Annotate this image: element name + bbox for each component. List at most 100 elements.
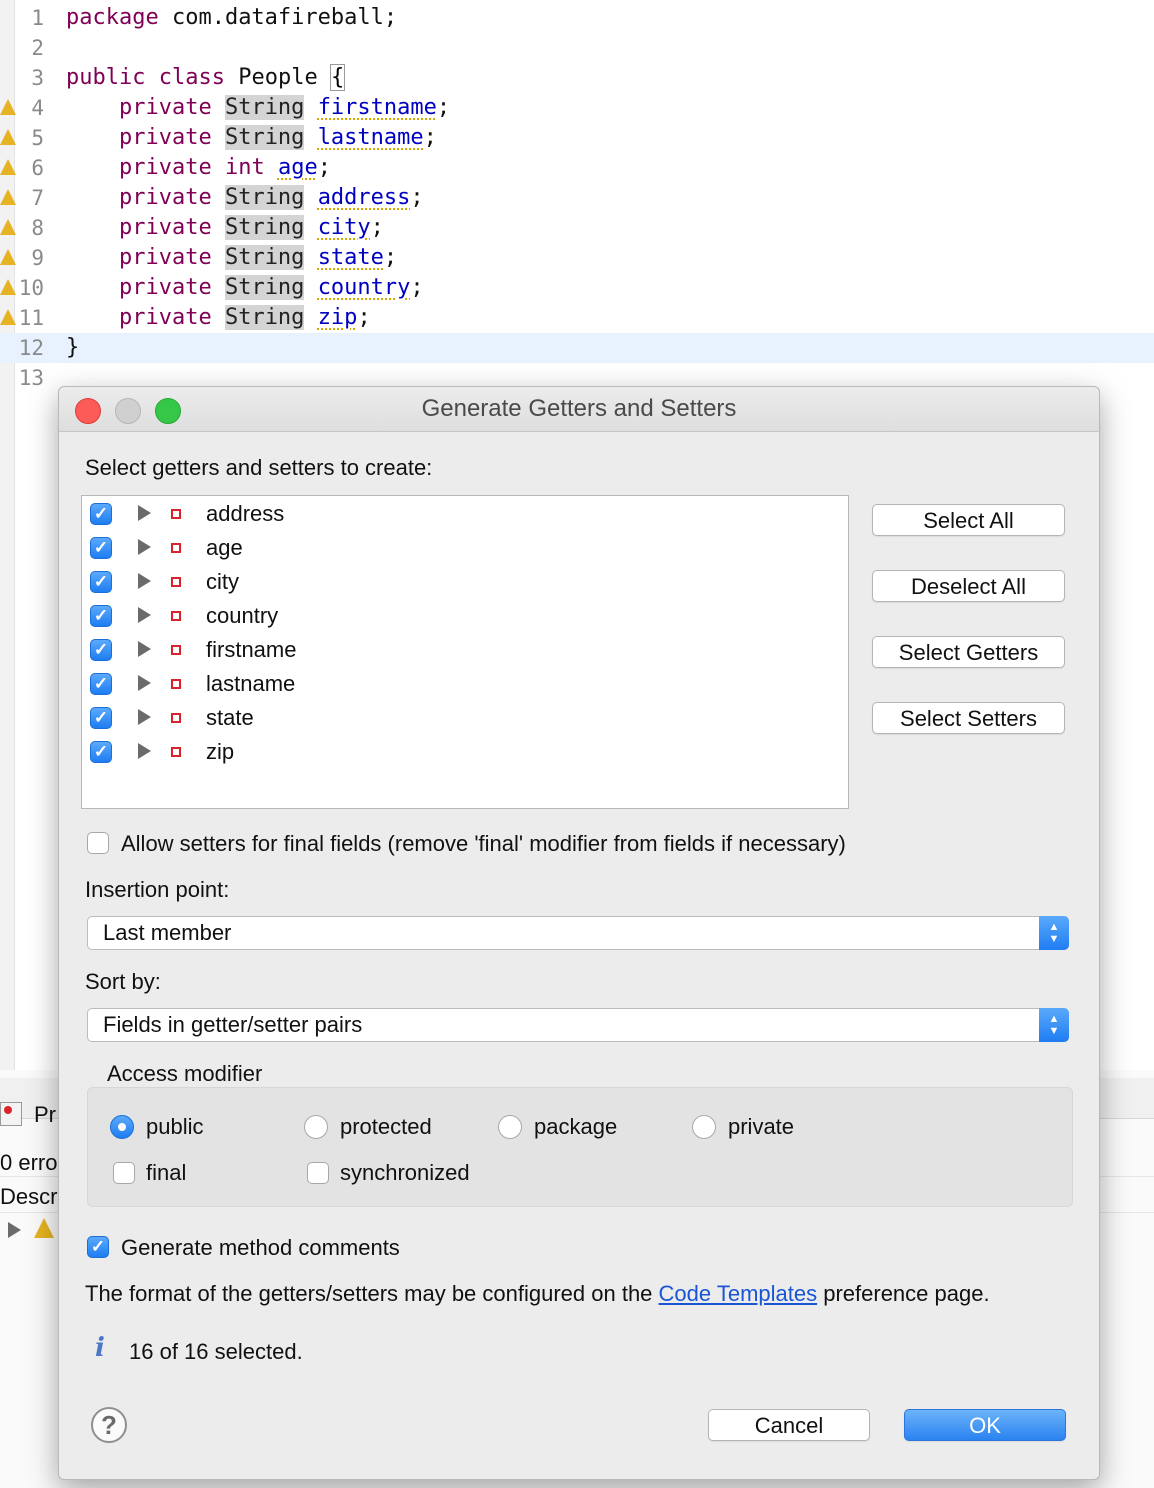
- field-name: age: [206, 535, 243, 560]
- field-checkbox[interactable]: ✓: [90, 571, 112, 593]
- radio-private[interactable]: [692, 1115, 716, 1139]
- expand-arrow-icon[interactable]: [138, 743, 151, 759]
- code-token: ;: [317, 155, 331, 180]
- line-number: 2: [31, 36, 44, 60]
- code-editor[interactable]: 1 package com.datafireball; 2 3 public class…: [0, 0, 1154, 1070]
- radio-protected[interactable]: [304, 1115, 328, 1139]
- code-line[interactable]: 10 private String country;: [0, 273, 1154, 303]
- select-all-button[interactable]: Select All: [872, 504, 1065, 536]
- field-checkbox[interactable]: ✓: [90, 639, 112, 661]
- problems-tab-label[interactable]: Pr: [34, 1102, 56, 1128]
- generate-comments-checkbox[interactable]: ✓: [87, 1236, 109, 1258]
- code-token: ;: [370, 215, 384, 240]
- deselect-all-button[interactable]: Deselect All: [872, 570, 1065, 602]
- code-line[interactable]: 6 private int age;: [0, 153, 1154, 183]
- line-number: 12: [18, 336, 44, 360]
- code-line[interactable]: 9 private String state;: [0, 243, 1154, 273]
- private-field-icon: [171, 611, 181, 621]
- private-field-icon: [171, 577, 181, 587]
- synchronized-label: synchronized: [340, 1160, 470, 1185]
- field-row[interactable]: ✓ state: [82, 701, 848, 735]
- code-line[interactable]: 11 private String zip;: [0, 303, 1154, 333]
- code-line[interactable]: 8 private String city;: [0, 213, 1154, 243]
- code-token: People: [224, 65, 331, 90]
- description-column-header[interactable]: Descri: [0, 1184, 62, 1210]
- code-token: String: [224, 275, 305, 300]
- code-token: String: [224, 245, 305, 270]
- code-line[interactable]: 1 package com.datafireball;: [0, 3, 1154, 33]
- field-row[interactable]: ✓ city: [82, 565, 848, 599]
- expand-arrow-icon[interactable]: [138, 675, 151, 691]
- field-row[interactable]: ✓ zip: [82, 735, 848, 769]
- sort-by-value: Fields in getter/setter pairs: [103, 1012, 363, 1037]
- expand-arrow-icon[interactable]: [138, 607, 151, 623]
- field-checkbox[interactable]: ✓: [90, 741, 112, 763]
- field-row[interactable]: ✓ address: [82, 497, 848, 531]
- format-text-after: preference page.: [817, 1281, 990, 1306]
- sort-by-label: Sort by:: [85, 969, 161, 994]
- final-checkbox[interactable]: [113, 1162, 135, 1184]
- format-text-before: The format of the getters/setters may be…: [85, 1281, 659, 1306]
- dialog-titlebar[interactable]: Generate Getters and Setters: [59, 387, 1099, 432]
- format-info-text: The format of the getters/setters may be…: [85, 1281, 990, 1307]
- select-setters-button[interactable]: Select Setters: [872, 702, 1065, 734]
- sort-by-select[interactable]: Fields in getter/setter pairs ▲ ▼: [87, 1008, 1069, 1042]
- code-line[interactable]: 7 private String address;: [0, 183, 1154, 213]
- field-checkbox[interactable]: ✓: [90, 503, 112, 525]
- expand-arrow-icon[interactable]: [138, 709, 151, 725]
- field-row[interactable]: ✓ firstname: [82, 633, 848, 667]
- field-checkbox[interactable]: ✓: [90, 537, 112, 559]
- info-icon: i: [95, 1333, 105, 1363]
- code-line[interactable]: 12}: [0, 333, 1154, 363]
- ok-button[interactable]: OK: [904, 1409, 1066, 1441]
- expand-arrow-icon[interactable]: [138, 641, 151, 657]
- help-icon[interactable]: ?: [91, 1407, 127, 1443]
- code-token: String: [224, 215, 305, 240]
- fields-tree[interactable]: ✓ address ✓ age ✓ city ✓ country ✓ firstname ✓ last…: [81, 495, 849, 809]
- code-line[interactable]: 5 private String lastname;: [0, 123, 1154, 153]
- expand-arrow-icon[interactable]: [138, 539, 151, 555]
- line-number: 5: [31, 126, 44, 150]
- code-line[interactable]: 2: [0, 33, 1154, 63]
- line-number: 6: [31, 156, 44, 180]
- field-name: state: [206, 705, 254, 730]
- radio-public[interactable]: [110, 1115, 134, 1139]
- line-number: 1: [31, 6, 44, 30]
- expand-arrow-icon[interactable]: [138, 573, 151, 589]
- expand-arrow-icon[interactable]: [138, 505, 151, 521]
- field-checkbox[interactable]: ✓: [90, 605, 112, 627]
- field-row[interactable]: ✓ lastname: [82, 667, 848, 701]
- code-text: private String lastname;: [66, 123, 437, 153]
- allow-setters-final-checkbox[interactable]: [87, 832, 109, 854]
- code-text: private String firstname;: [66, 93, 450, 123]
- code-templates-link[interactable]: Code Templates: [659, 1281, 818, 1306]
- code-token: String: [224, 305, 305, 330]
- field-checkbox[interactable]: ✓: [90, 707, 112, 729]
- cancel-button[interactable]: Cancel: [708, 1409, 870, 1441]
- expand-arrow-icon[interactable]: [8, 1222, 21, 1238]
- code-line[interactable]: 3 public class People {: [0, 63, 1154, 93]
- code-token: state: [317, 245, 384, 270]
- code-token: private: [118, 305, 212, 330]
- code-token: ;: [410, 275, 424, 300]
- radio-package-label: package: [534, 1114, 618, 1139]
- code-token: country: [317, 275, 411, 300]
- radio-package[interactable]: [498, 1115, 522, 1139]
- field-row[interactable]: ✓ country: [82, 599, 848, 633]
- access-modifier-group: public protected package private final s…: [87, 1087, 1073, 1207]
- code-line[interactable]: 4 private String firstname;: [0, 93, 1154, 123]
- field-row[interactable]: ✓ age: [82, 531, 848, 565]
- insertion-point-select[interactable]: Last member ▲ ▼: [87, 916, 1069, 950]
- code-token: ;: [410, 185, 424, 210]
- synchronized-checkbox[interactable]: [307, 1162, 329, 1184]
- field-checkbox[interactable]: ✓: [90, 673, 112, 695]
- code-text: }: [66, 333, 79, 363]
- field-name: address: [206, 501, 285, 526]
- select-getters-button[interactable]: Select Getters: [872, 636, 1065, 668]
